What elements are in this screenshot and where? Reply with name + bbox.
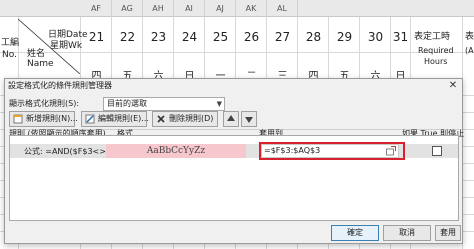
- move-down-button[interactable]: [241, 111, 257, 127]
- arrow-up-icon: [227, 115, 235, 121]
- edit-rule-button[interactable]: 編輯規則(E)...: [81, 111, 149, 127]
- format-preview: AaBbCcYyZz: [106, 144, 246, 158]
- stop-if-true-checkbox[interactable]: [432, 146, 442, 156]
- show-rules-value: 目前的選取: [107, 99, 147, 108]
- required-hours-en-2: Hours: [424, 57, 448, 66]
- cancel-button[interactable]: 取消: [383, 225, 431, 241]
- header-fragment-id: 工編: [1, 38, 20, 48]
- day-number: 21: [88, 30, 105, 44]
- column-header-aj[interactable]: AJ: [205, 0, 236, 17]
- rule-row[interactable]: 公式: =AND($F$3<>... AaBbCcYyZz =$F$3:$AQ$…: [10, 142, 458, 160]
- conditional-formatting-dialog: 設定格式化的條件規則管理器 ✕ 顯示格式化規則(S): 目前的選取 ▼ 新增規則…: [4, 78, 464, 244]
- new-rule-icon: [13, 114, 23, 124]
- right-header-fragment: 表: [465, 32, 474, 42]
- day-number: 24: [181, 30, 198, 44]
- column-header-ak[interactable]: AK: [236, 0, 267, 17]
- dialog-title: 設定格式化的條件規則管理器: [5, 79, 462, 93]
- column-header-row: AF AG AH AI AJ AK AL: [0, 0, 474, 17]
- show-rules-select[interactable]: 目前的選取 ▼: [103, 97, 225, 111]
- new-rule-button[interactable]: 新增規則(N)...: [9, 111, 78, 127]
- close-icon[interactable]: ✕: [446, 79, 460, 93]
- move-up-button[interactable]: [223, 111, 239, 127]
- highlight-box: [259, 142, 405, 160]
- arrow-down-icon: [245, 117, 253, 123]
- rule-formula: 公式: =AND($F$3<>...: [24, 147, 114, 156]
- column-header-ag[interactable]: AG: [112, 0, 143, 17]
- day-number: 31: [392, 30, 409, 44]
- column-header-ah[interactable]: AH: [143, 0, 174, 17]
- right-header-fragment-2: (A: [465, 46, 474, 55]
- show-rules-label: 顯示格式化規則(S):: [9, 99, 80, 108]
- delete-icon: [157, 115, 165, 123]
- day-number: 29: [336, 30, 353, 44]
- required-hours-en-1: Required: [418, 46, 454, 55]
- day-number: 22: [119, 30, 136, 44]
- column-header-ai[interactable]: AI: [174, 0, 205, 17]
- day-number: 26: [243, 30, 260, 44]
- apply-button[interactable]: 套用: [435, 225, 461, 241]
- required-hours-zh: 表定工時: [414, 32, 451, 42]
- ok-button[interactable]: 確定: [331, 225, 379, 241]
- column-header-af[interactable]: AF: [81, 0, 112, 17]
- column-header-al[interactable]: AL: [267, 0, 298, 17]
- day-number: 28: [305, 30, 322, 44]
- chevron-down-icon: ▼: [216, 100, 222, 108]
- rules-list[interactable]: 公式: =AND($F$3<>... AaBbCcYyZz =$F$3:$AQ$…: [9, 135, 459, 221]
- header-name-en: Name: [27, 59, 54, 69]
- header-fragment-no: No.: [2, 50, 17, 60]
- day-number: 27: [274, 30, 291, 44]
- edit-rule-icon: [85, 114, 95, 124]
- day-number: 23: [150, 30, 167, 44]
- delete-rule-button[interactable]: 刪除規則(D): [152, 111, 218, 127]
- day-number: 30: [367, 30, 384, 44]
- day-number: 25: [212, 30, 229, 44]
- header-week-label: 星期Wk: [50, 41, 83, 51]
